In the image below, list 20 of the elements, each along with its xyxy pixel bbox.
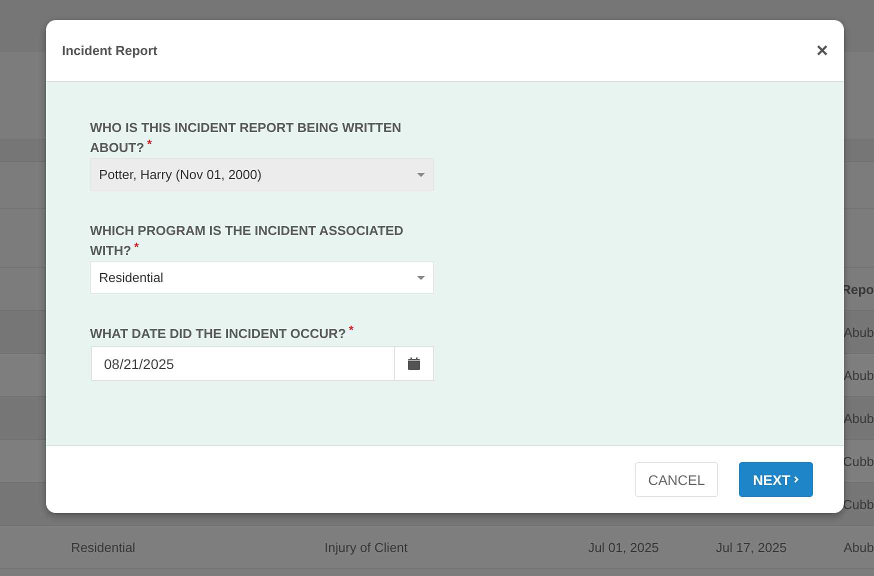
chevron-right-icon bbox=[794, 475, 799, 484]
cancel-button[interactable]: CANCEL bbox=[635, 462, 718, 497]
date-field[interactable]: 08/21/2025 bbox=[91, 346, 434, 381]
next-button[interactable]: NEXT bbox=[739, 462, 813, 497]
table-cell: Cubb bbox=[842, 496, 874, 512]
table-cell: Abub bbox=[844, 368, 874, 382]
table-cell: Abub bbox=[844, 540, 874, 554]
table-cell: Injury of Client bbox=[324, 540, 408, 554]
calendar-icon bbox=[408, 357, 420, 370]
table-cell: Cubb bbox=[842, 454, 874, 468]
dialog-title: Incident Report bbox=[62, 43, 158, 58]
table-cell: Residential bbox=[71, 540, 136, 554]
table-cell: Abub bbox=[844, 324, 874, 340]
table-cell: Jul 01, 2025 bbox=[588, 540, 659, 554]
table-cell: Jul 17, 2025 bbox=[716, 540, 787, 554]
table-cell: Abub bbox=[844, 410, 874, 426]
caret-icon bbox=[417, 276, 425, 280]
close-button[interactable]: × bbox=[816, 40, 828, 60]
caret-icon bbox=[417, 172, 425, 176]
select-field[interactable]: Residential bbox=[90, 261, 434, 294]
